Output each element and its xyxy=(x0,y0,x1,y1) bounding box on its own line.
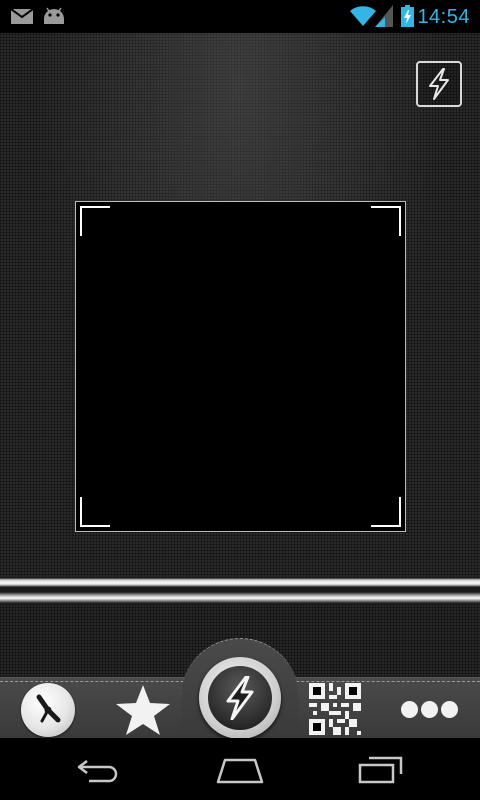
clock-icon xyxy=(36,694,61,723)
history-button[interactable] xyxy=(21,683,75,737)
battery-charging-icon xyxy=(401,5,414,27)
favorites-button[interactable] xyxy=(114,683,172,738)
recents-icon[interactable] xyxy=(357,756,403,784)
more-dot xyxy=(421,701,438,718)
scan-viewfinder xyxy=(75,201,406,532)
lightning-bolt-icon xyxy=(226,676,254,720)
viewfinder-corner-bottom-right xyxy=(371,497,401,527)
viewfinder-corner-top-left xyxy=(80,206,110,236)
scan-button-face xyxy=(208,666,272,730)
divider-stripe xyxy=(0,578,480,604)
navigation-bar xyxy=(0,738,480,800)
viewfinder-corner-top-right xyxy=(371,206,401,236)
more-dot xyxy=(401,701,418,718)
back-icon[interactable] xyxy=(75,758,123,784)
signal-icon xyxy=(375,5,393,27)
status-bar: 14:54 xyxy=(0,0,480,33)
flash-toggle-button[interactable] xyxy=(416,61,462,107)
more-button[interactable] xyxy=(399,696,461,724)
screen: 14:54 xyxy=(0,0,480,800)
scan-button[interactable] xyxy=(199,657,281,739)
more-dot xyxy=(441,701,458,718)
star-icon xyxy=(116,685,170,735)
wifi-icon xyxy=(350,6,376,26)
viewfinder-corner-bottom-left xyxy=(80,497,110,527)
qr-code-icon xyxy=(309,683,361,735)
android-icon xyxy=(44,7,64,24)
scanner-area xyxy=(0,33,480,578)
home-icon[interactable] xyxy=(215,758,265,784)
status-clock: 14:54 xyxy=(417,6,470,28)
qr-code-button[interactable] xyxy=(309,683,361,735)
lightning-bolt-icon xyxy=(429,68,449,100)
mail-icon xyxy=(11,9,33,24)
